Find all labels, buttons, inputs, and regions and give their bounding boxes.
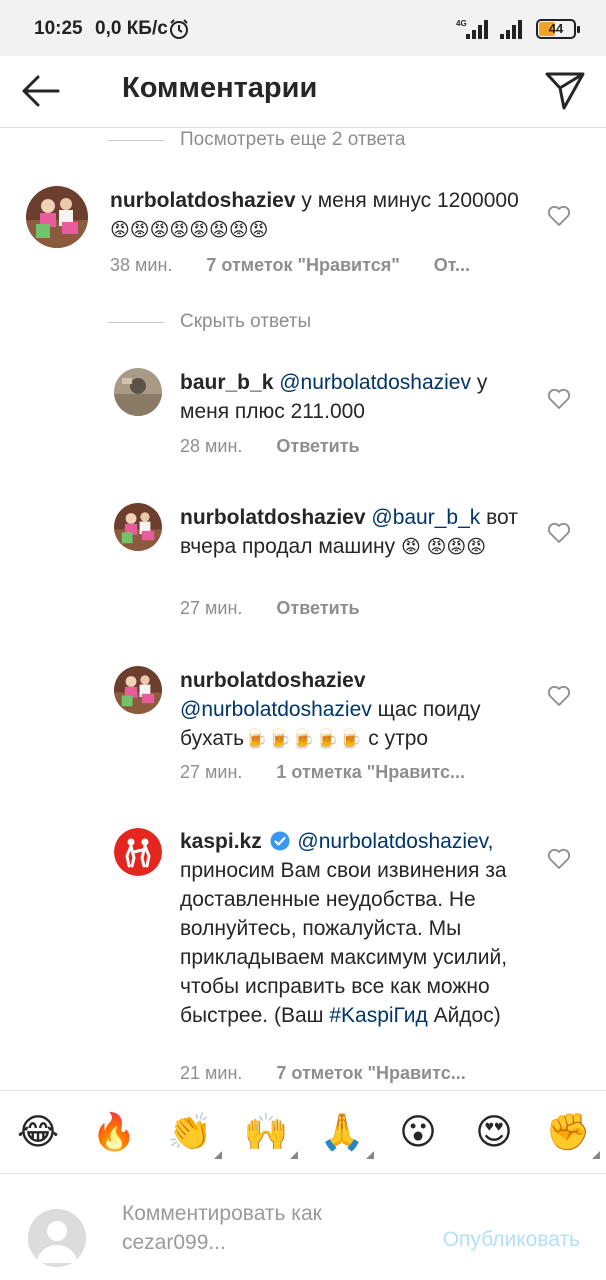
reply-emojis: 😡 <box>400 536 421 558</box>
reply-username[interactable]: kaspi.kz <box>180 830 262 853</box>
emoji-fist-glyph: ✊ <box>545 1112 591 1153</box>
reply-meta: 27 мин. 1 отметка "Нравитс... <box>180 762 465 783</box>
reply-mention[interactable]: @nurbolatdoshaziev <box>279 371 471 394</box>
emoji-heart-eyes[interactable]: 😍 <box>470 1109 518 1157</box>
reply-text: Айдос) <box>433 1004 501 1027</box>
reply-meta: 21 мин. 7 отметок "Нравитс... <box>180 1063 466 1084</box>
reply-time: 27 мин. <box>180 598 243 618</box>
status-network-speed: 0,0 КБ/с <box>95 18 168 39</box>
heart-icon[interactable] <box>547 848 571 870</box>
reply-likes[interactable]: 7 отметок "Нравитс... <box>276 1063 465 1084</box>
divider-line <box>108 139 164 141</box>
comment-meta: 38 мин. 7 отметок "Нравится" От... <box>110 255 470 276</box>
emoji-clap-glyph: 👏 <box>167 1112 213 1153</box>
heart-icon[interactable] <box>547 522 571 544</box>
comment-body: nurbolatdoshaziev у меня минус 1200000 😡😡… <box>110 186 530 245</box>
view-more-replies[interactable]: Посмотреть еще 2 ответа <box>108 128 405 152</box>
reply-username[interactable]: baur_b_k <box>180 371 273 394</box>
battery-level: 44 <box>548 21 564 36</box>
reply-likes[interactable]: 1 отметка "Нравитс... <box>276 762 465 783</box>
avatar[interactable] <box>114 503 162 551</box>
avatar[interactable] <box>114 828 162 876</box>
view-more-replies-label: Посмотреть еще 2 ответа <box>180 129 406 150</box>
divider-line <box>108 321 164 323</box>
reply-text: приносим Вам свои извинения за доставлен… <box>180 859 508 1027</box>
avatar[interactable] <box>114 368 162 416</box>
alarm-icon <box>170 19 188 39</box>
reply-time: 21 мин. <box>180 1063 243 1083</box>
reply-meta: 28 мин. Ответить <box>180 436 360 457</box>
reply-emojis: 🍺🍺🍺🍺🍺 <box>244 728 363 750</box>
reply-mention[interactable]: @nurbolatdoshaziev <box>180 698 372 721</box>
skin-tone-indicator-icon <box>592 1151 600 1159</box>
reply-body: baur_b_k @nurbolatdoshaziev у меня плюс … <box>180 368 520 426</box>
app-header: Комментарии <box>0 56 606 128</box>
reply-username[interactable]: nurbolatdoshaziev <box>180 669 366 692</box>
hide-replies-label: Скрыть ответы <box>180 311 312 332</box>
comment-username[interactable]: nurbolatdoshaziev <box>110 189 296 212</box>
reply-body: nurbolatdoshaziev @nurbolatdoshaziev щас… <box>180 666 525 754</box>
heart-icon[interactable] <box>547 685 571 707</box>
reply-body: kaspi.kz @nurbolatdoshaziev, приносим Ва… <box>180 827 530 1030</box>
emoji-fist[interactable]: ✊ <box>544 1109 600 1159</box>
reply-text: с утро <box>368 727 429 750</box>
avatar[interactable] <box>26 186 88 248</box>
reply-button[interactable]: От... <box>434 255 470 276</box>
reply-hashtag[interactable]: #KaspiГид <box>329 1004 427 1027</box>
reply-text: щас поиду <box>377 698 481 721</box>
reply-button[interactable]: Ответить <box>276 436 359 457</box>
signal-icon <box>500 20 522 39</box>
reply-body: nurbolatdoshaziev @baur_b_k вот вчера пр… <box>180 503 520 562</box>
comment-input[interactable]: Комментировать как cezar099... <box>122 1199 402 1257</box>
page-title: Комментарии <box>122 72 318 104</box>
publish-button[interactable]: Опубликовать <box>443 1228 580 1252</box>
emoji-pray[interactable]: 🙏 <box>318 1109 374 1159</box>
comment-emojis: 😡😡😡😡😡😡😡😡 <box>110 219 269 241</box>
user-avatar <box>28 1209 86 1267</box>
emoji-laughing[interactable]: 😂 <box>14 1109 62 1157</box>
network-type-label: 4G <box>456 19 467 28</box>
status-bar: 10:25 0,0 КБ/с 4G 44 <box>0 0 606 56</box>
comment-composer: Комментировать как cezar099... Опубликов… <box>0 1175 606 1280</box>
emoji-clap[interactable]: 👏 <box>166 1109 222 1159</box>
skin-tone-indicator-icon <box>290 1151 298 1159</box>
emoji-quick-bar: 😂 🔥 👏 🙌 🙏 😮 😍 ✊ <box>0 1090 606 1174</box>
reply-button[interactable]: Ответить <box>276 598 359 619</box>
reply-username[interactable]: nurbolatdoshaziev <box>180 506 366 529</box>
battery-icon: 44 <box>536 19 580 39</box>
heart-icon[interactable] <box>547 205 571 227</box>
emoji-fire[interactable]: 🔥 <box>90 1109 138 1157</box>
back-arrow-icon[interactable] <box>18 68 64 114</box>
send-icon[interactable] <box>542 66 588 112</box>
emoji-raised-hands-glyph: 🙌 <box>243 1112 289 1153</box>
comment-time: 38 мин. <box>110 255 173 275</box>
skin-tone-indicator-icon <box>366 1151 374 1159</box>
comment-text: у меня минус 1200000 <box>301 189 519 212</box>
emoji-raised-hands[interactable]: 🙌 <box>242 1109 298 1159</box>
emoji-surprised[interactable]: 😮 <box>394 1109 442 1157</box>
reply-emojis: 😡😡😡 <box>426 536 487 558</box>
emoji-pray-glyph: 🙏 <box>319 1112 365 1153</box>
skin-tone-indicator-icon <box>214 1151 222 1159</box>
signal-4g-icon: 4G <box>456 19 488 39</box>
heart-icon[interactable] <box>547 388 571 410</box>
reply-time: 27 мин. <box>180 762 243 782</box>
hide-replies[interactable]: Скрыть ответы <box>108 310 311 334</box>
avatar[interactable] <box>114 666 162 714</box>
verified-badge-icon <box>270 831 290 851</box>
status-time: 10:25 <box>34 18 83 39</box>
reply-meta: 27 мин. Ответить <box>180 598 360 619</box>
reply-mention[interactable]: @baur_b_k <box>371 506 480 529</box>
reply-mention[interactable]: @nurbolatdoshaziev, <box>297 830 493 853</box>
reply-time: 28 мин. <box>180 436 243 456</box>
reply-text: бухать <box>180 727 245 750</box>
comment-likes[interactable]: 7 отметок "Нравится" <box>206 255 399 276</box>
